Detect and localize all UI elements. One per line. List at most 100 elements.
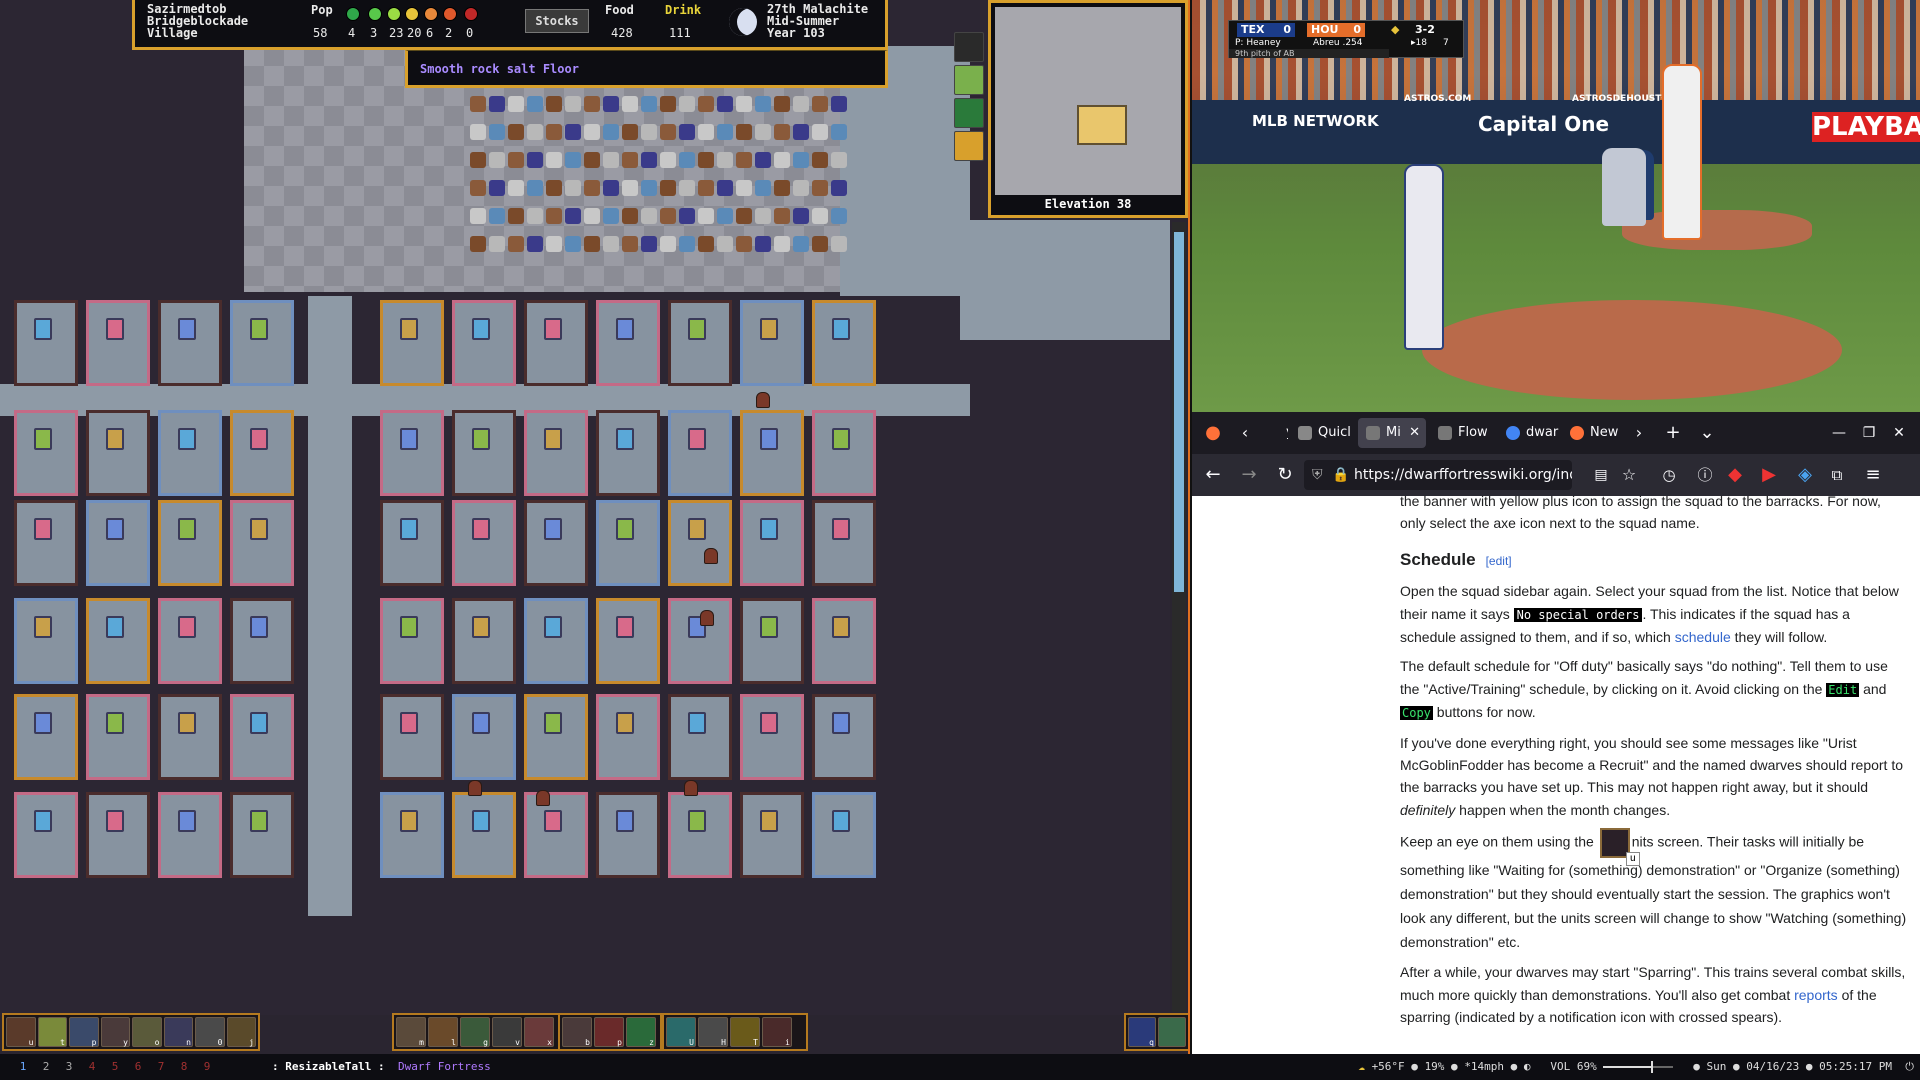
stockpile-item[interactable] [717,124,733,140]
stockpile-item[interactable] [508,96,524,112]
bedroom-block[interactable] [14,500,78,586]
bed[interactable] [616,616,634,638]
workspace-4[interactable]: 4 [87,1054,97,1080]
lock-icon[interactable]: 🔒 [1332,460,1349,490]
stockpile-item[interactable] [622,96,638,112]
workspace-2[interactable]: 2 [41,1054,51,1080]
bedroom-block[interactable] [86,792,150,878]
tabs-scroll-left-icon[interactable]: ‹ [1232,420,1258,446]
bed[interactable] [400,428,418,450]
history-icon[interactable]: ◷ [1656,462,1682,488]
toolbar-button[interactable]: 0 [195,1017,225,1047]
stockpile-item[interactable] [603,180,619,196]
reader-view-icon[interactable]: ▤ [1588,462,1614,488]
toolbar-button[interactable]: v [492,1017,522,1047]
bed[interactable] [760,712,778,734]
stockpile-item[interactable] [527,96,543,112]
toolbar-button[interactable]: m [396,1017,426,1047]
mark-icon[interactable] [954,32,984,62]
stockpile-item[interactable] [698,236,714,252]
bed[interactable] [688,518,706,540]
toolbar-button[interactable]: T [730,1017,760,1047]
bed[interactable] [34,616,52,638]
bed[interactable] [472,810,490,832]
stockpile-item[interactable] [584,152,600,168]
stockpile-item[interactable] [641,96,657,112]
toolbar-button[interactable]: y [100,1017,130,1047]
stockpile-item[interactable] [831,152,847,168]
bedroom-block[interactable] [158,598,222,684]
stockpile-item[interactable] [641,152,657,168]
bedroom-block[interactable] [14,300,78,386]
stockpile-item[interactable] [565,152,581,168]
bed[interactable] [616,428,634,450]
stockpile-item[interactable] [831,124,847,140]
tab-active[interactable]: Mi ✕ [1358,418,1426,448]
dwarf[interactable] [704,548,718,564]
stockpile-item[interactable] [660,152,676,168]
aquifer-view-icon[interactable] [954,98,984,128]
toolbar-button[interactable]: q [1128,1017,1156,1047]
bedroom-block[interactable] [812,598,876,684]
toolbar-button[interactable]: j [226,1017,256,1047]
firefox-icon[interactable]: ● [1200,420,1226,446]
bedroom-block[interactable] [524,792,588,878]
stockpile-item[interactable] [489,152,505,168]
menu-button[interactable]: ≡ [1860,462,1886,488]
stockpile-item[interactable] [603,152,619,168]
toolbar-button[interactable]: p [69,1017,99,1047]
toolbar-button[interactable]: z [626,1017,656,1047]
bedroom-block[interactable] [812,694,876,780]
bed[interactable] [250,616,268,638]
stockpile-item[interactable] [470,236,486,252]
bedroom-block[interactable] [596,500,660,586]
bedroom-block[interactable] [812,792,876,878]
bedroom-block[interactable] [812,300,876,386]
tab[interactable]: Quicl [1290,418,1354,448]
stockpile-item[interactable] [470,124,486,140]
stockpile-item[interactable] [679,96,695,112]
url-text[interactable]: https://dwarffortresswiki.org/inde [1354,467,1572,483]
corridor[interactable] [960,220,1170,340]
url-bar[interactable]: ⛨ 🔒 https://dwarffortresswiki.org/inde [1304,460,1572,490]
bedroom-block[interactable] [740,500,804,586]
bedroom-block[interactable] [740,694,804,780]
bed[interactable] [544,616,562,638]
stockpile-item[interactable] [831,236,847,252]
stockpile-item[interactable] [565,208,581,224]
stockpile-item[interactable] [793,236,809,252]
stockpile-item[interactable] [717,208,733,224]
bed[interactable] [106,810,124,832]
stockpile-item[interactable] [736,208,752,224]
bedroom-block[interactable] [158,694,222,780]
tab[interactable]: yi [1258,418,1288,448]
toolbar-button[interactable]: p [594,1017,624,1047]
list-all-tabs-button[interactable]: ⌄ [1694,420,1720,446]
bedroom-block[interactable] [524,410,588,496]
bedroom-block[interactable] [596,694,660,780]
bedroom-block[interactable] [596,300,660,386]
bedroom-block[interactable] [14,694,78,780]
bedroom-block[interactable] [86,500,150,586]
bedroom-block[interactable] [14,598,78,684]
bedroom-block[interactable] [740,300,804,386]
power-icon[interactable]: ⏻ [1905,1054,1914,1080]
bedroom-block[interactable] [230,598,294,684]
stockpile-item[interactable] [755,96,771,112]
stockpile-item[interactable] [717,236,733,252]
toolbar-button[interactable]: x [524,1017,554,1047]
bed[interactable] [34,712,52,734]
bed[interactable] [472,712,490,734]
bedroom-block[interactable] [524,694,588,780]
stockpile-item[interactable] [546,208,562,224]
bed[interactable] [760,616,778,638]
bed[interactable] [832,712,850,734]
stockpile-item[interactable] [508,152,524,168]
dwarf[interactable] [536,790,550,806]
stockpile-item[interactable] [793,152,809,168]
stockpile-item[interactable] [546,96,562,112]
stockpile-item[interactable] [755,180,771,196]
stockpile-item[interactable] [489,180,505,196]
stockpile-item[interactable] [812,236,828,252]
bed[interactable] [34,518,52,540]
